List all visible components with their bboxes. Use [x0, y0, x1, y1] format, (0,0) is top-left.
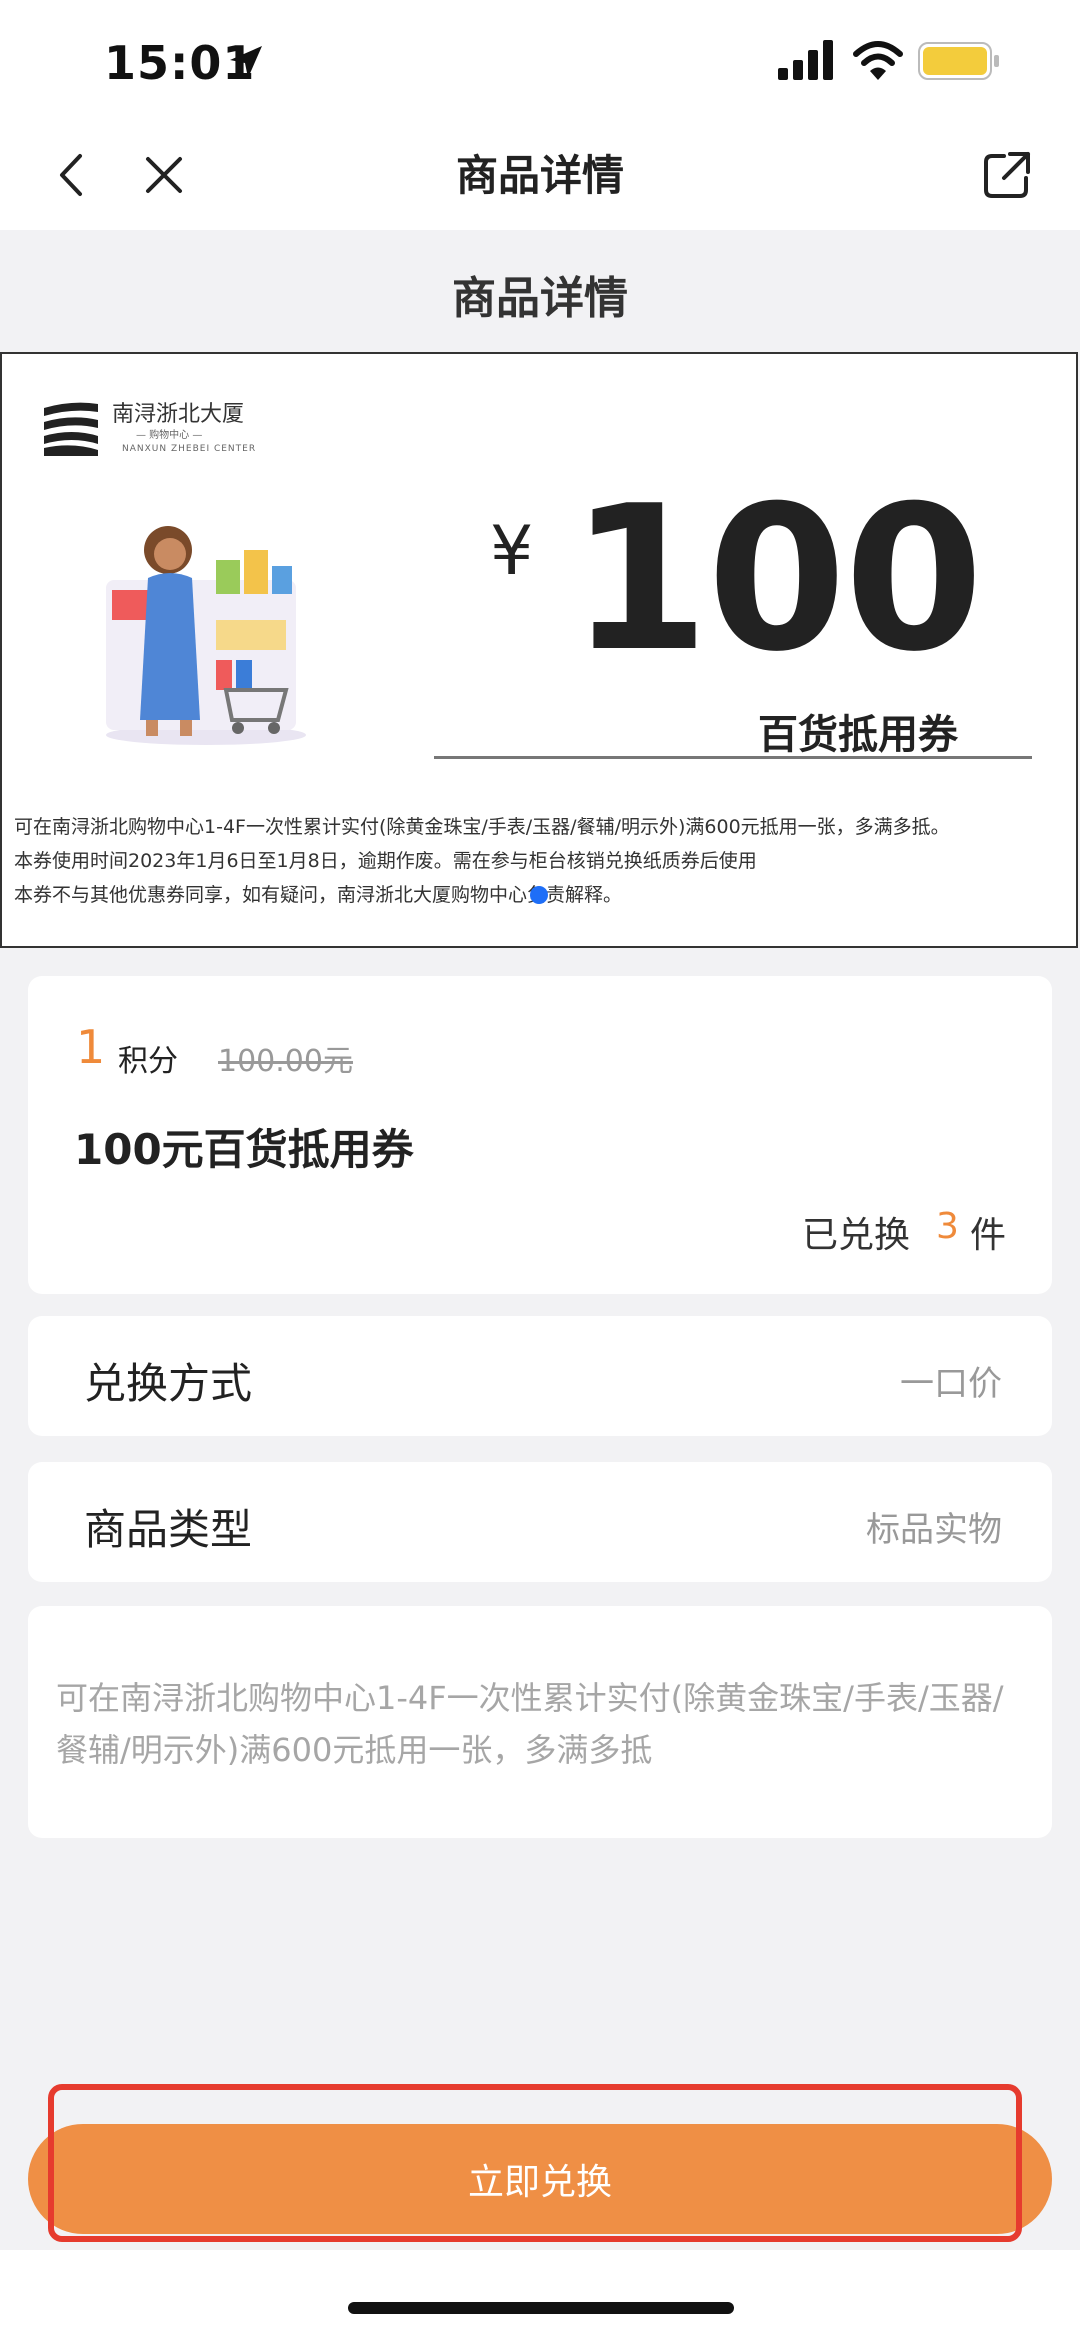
points-label: 积分 [118, 1044, 178, 1079]
wifi-icon [853, 41, 903, 80]
carousel-indicator-dot [530, 886, 548, 904]
brand-english-name: NANXUN ZHEBEI CENTER [122, 444, 257, 454]
shopper-illustration-icon [106, 526, 306, 745]
bottom-safe-area [0, 2250, 1080, 2337]
coupon-amount: 100 [570, 463, 983, 696]
brand-name: 南浔浙北大厦 [112, 402, 245, 427]
redeemed-unit: 件 [970, 1215, 1007, 1256]
battery-icon [918, 42, 999, 80]
redeemed-count: 3 [936, 1206, 959, 1247]
product-type-label: 商品类型 [84, 1505, 253, 1554]
brand-logo-icon [42, 398, 100, 456]
location-arrow-icon [230, 46, 262, 78]
redeemed-label: 已兑换 [802, 1215, 911, 1256]
section-title: 商品详情 [452, 273, 628, 324]
coupon-terms-line: 本券使用时间2023年1月6日至1月8日，逾期作废。需在参与柜台核销兑换纸质券后… [14, 850, 757, 872]
coupon-currency: ¥ [490, 512, 534, 591]
coupon-divider [434, 756, 1032, 759]
cellular-signal-icon [778, 40, 833, 80]
exchange-method-value: 一口价 [900, 1364, 1002, 1404]
description-text: 可在南浔浙北购物中心1-4F一次性累计实付(除黄金珠宝/手表/玉器/餐辅/明示外… [56, 1679, 1004, 1769]
coupon-terms-line: 可在南浔浙北购物中心1-4F一次性累计实付(除黄金珠宝/手表/玉器/餐辅/明示外… [14, 816, 950, 838]
brand-subtitle: — 购物中心 — [136, 430, 203, 441]
home-indicator [348, 2302, 734, 2314]
nav-title: 商品详情 [455, 151, 624, 200]
points-value: 1 [76, 1020, 106, 1074]
product-name: 100元百货抵用券 [74, 1125, 414, 1174]
product-type-value: 标品实物 [866, 1510, 1002, 1550]
redeem-now-button[interactable]: 立即兑换 [28, 2124, 1052, 2234]
share-icon[interactable] [982, 150, 1032, 200]
exchange-method-label: 兑换方式 [84, 1359, 253, 1408]
coupon-type: 百货抵用券 [758, 712, 958, 758]
original-price: 100.00元 [218, 1044, 353, 1079]
